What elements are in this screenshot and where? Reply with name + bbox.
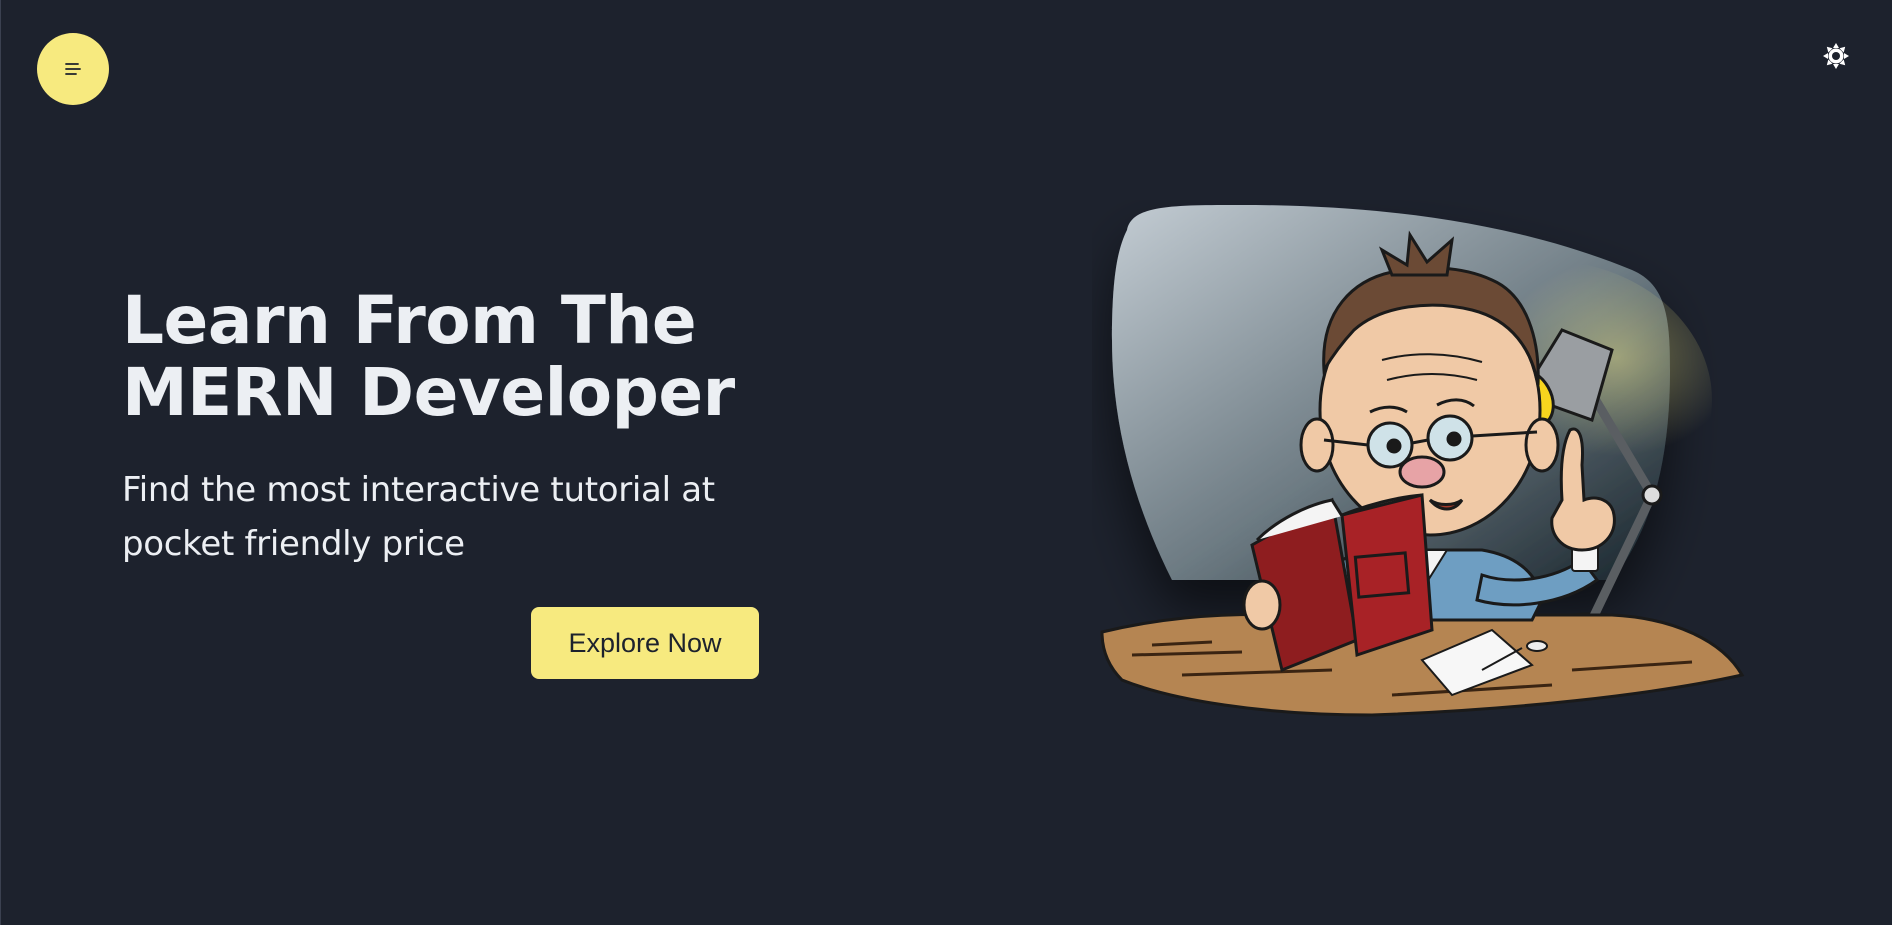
hero-illustration: [1092, 200, 1792, 740]
cartoon-teacher-reading-book-icon: [1100, 205, 1745, 717]
hero-subtitle: Find the most interactive tutorial at po…: [122, 463, 762, 571]
hero-headline: Learn From The MERN Developer: [122, 285, 762, 429]
explore-now-button[interactable]: Explore Now: [531, 607, 759, 679]
menu-button[interactable]: [37, 33, 109, 105]
hero-text: Learn From The MERN Developer Find the m…: [122, 285, 762, 571]
theme-toggle-button[interactable]: [1821, 42, 1851, 75]
headline-line-1: Learn From The: [122, 282, 697, 359]
subtitle-line-2: pocket friendly price: [122, 524, 465, 564]
headline-line-2: MERN Developer: [122, 354, 735, 431]
sun-icon: [1822, 42, 1850, 75]
subtitle-line-1: Find the most interactive tutorial at: [122, 470, 715, 510]
menu-lines-icon: [63, 61, 83, 77]
